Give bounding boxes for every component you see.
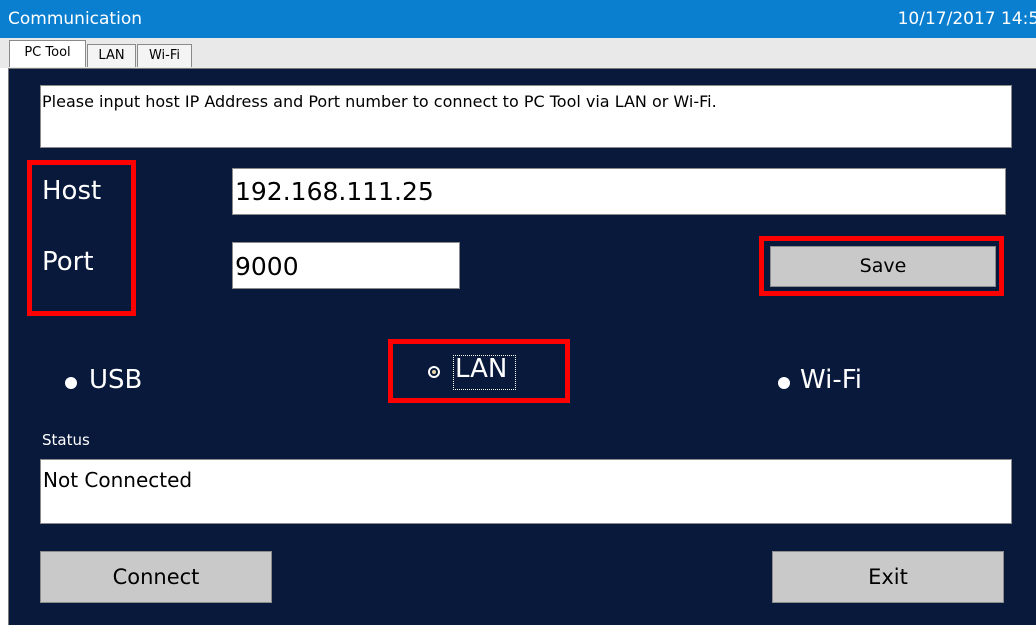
radio-lan-label: LAN xyxy=(455,354,508,384)
pc-tool-panel: Please input host IP Address and Port nu… xyxy=(8,68,1036,625)
radio-usb[interactable]: USB xyxy=(65,365,165,401)
status-label: Status xyxy=(42,431,90,449)
radio-selected-icon xyxy=(428,366,440,378)
save-button[interactable]: Save xyxy=(770,246,996,287)
host-input[interactable]: 192.168.111.25 xyxy=(232,168,1006,215)
port-label: Port xyxy=(42,247,94,277)
radio-wifi[interactable]: Wi-Fi xyxy=(778,365,898,401)
tab-wifi[interactable]: Wi-Fi xyxy=(137,44,192,67)
port-input[interactable]: 9000 xyxy=(232,242,460,289)
tab-pc-tool[interactable]: PC Tool xyxy=(9,40,86,67)
datetime-display: 10/17/2017 14:57 xyxy=(897,9,1036,29)
title-bar: Communication 10/17/2017 14:57 xyxy=(0,0,1036,38)
info-message-box: Please input host IP Address and Port nu… xyxy=(40,85,1012,148)
window-title: Communication xyxy=(8,9,142,29)
tab-bar: PC Tool LAN Wi-Fi xyxy=(0,38,1036,68)
radio-usb-label: USB xyxy=(89,365,143,395)
radio-dot-icon xyxy=(778,377,790,389)
radio-dot-icon xyxy=(65,377,77,389)
radio-wifi-label: Wi-Fi xyxy=(800,365,863,395)
tab-lan[interactable]: LAN xyxy=(87,44,136,67)
radio-lan[interactable]: LAN xyxy=(428,354,538,392)
status-value: Not Connected xyxy=(40,459,1012,524)
connect-button[interactable]: Connect xyxy=(40,551,272,603)
host-label: Host xyxy=(42,176,102,206)
exit-button[interactable]: Exit xyxy=(772,551,1004,603)
